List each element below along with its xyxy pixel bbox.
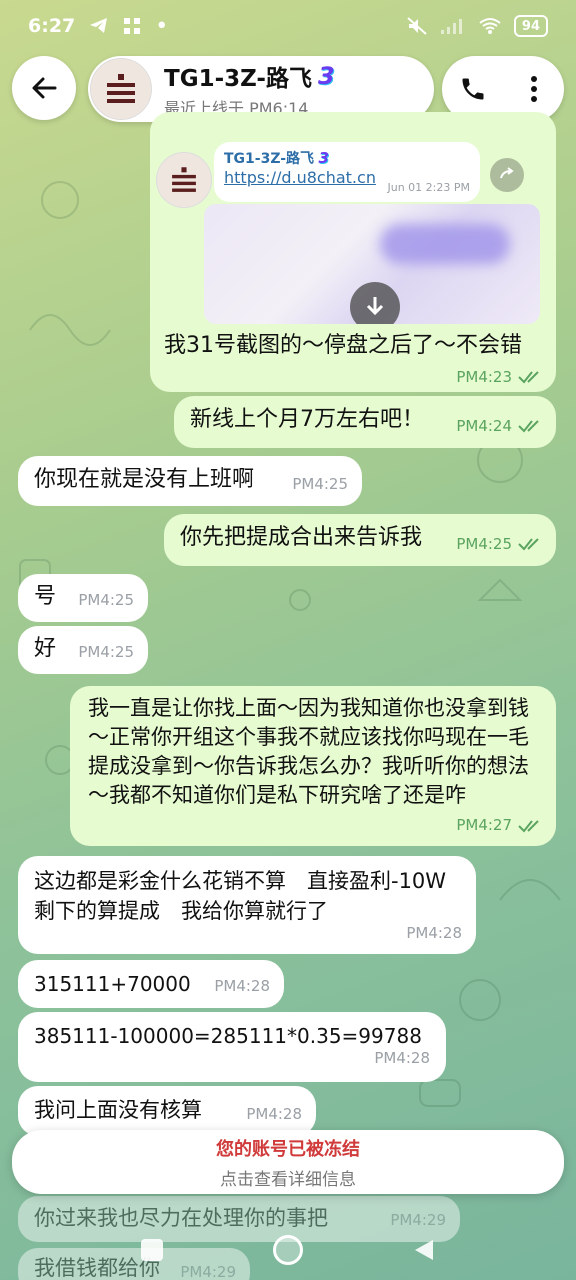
message-text: 号 [34,584,57,609]
message-time: PM4:28 [406,924,462,942]
signal-icon [440,19,462,34]
message-bubble-outgoing[interactable]: 你先把提成合出来告诉我 PM4:25 [164,514,556,566]
forwarded-preview: TG1-3Z-路飞 3 https://d.u8chat.cn Jun 01 2… [150,112,556,392]
premium-badge-icon: 3 [318,149,329,167]
wifi-icon [479,18,501,34]
message-time: PM4:25 [78,591,134,609]
message-time: PM4:24 [456,417,512,435]
forward-sender: TG1-3Z-路飞 [224,151,315,167]
blurred-image-preview[interactable] [204,204,540,324]
message-time: PM4:27 [456,816,512,834]
message-text: 你先把提成合出来告诉我 [180,525,423,550]
download-button[interactable] [350,282,400,324]
back-button[interactable] [12,56,76,120]
frozen-details-link[interactable]: 点击查看详细信息 [220,1165,356,1190]
message-time: PM4:28 [246,1105,302,1123]
forward-time: Jun 01 2:23 PM [387,181,471,194]
double-check-icon [518,371,539,384]
download-icon [366,297,384,316]
status-bar: 6:27 • 94 [0,0,576,52]
message-text: 我一直是让你找上面～因为我知道你也没拿到钱～正常你开组这个事我不就应该找你吗现在… [88,696,529,807]
message-bubble-incoming[interactable]: 这边都是彩金什么花销不算 直接盈利-10W 剩下的算提成 我给你算就行了 PM4… [18,856,476,954]
status-time: 6:27 [28,15,76,37]
message-text: 这边都是彩金什么花销不算 直接盈利-10W 剩下的算提成 我给你算就行了 [34,869,468,923]
recents-button[interactable] [141,1239,163,1261]
message-bubble-outgoing[interactable]: 新线上个月7万左右吧！ PM4:24 [174,396,556,448]
message-time: PM4:25 [292,475,348,493]
back-nav-icon[interactable] [413,1238,435,1262]
forward-link-bubble[interactable]: TG1-3Z-路飞 3 https://d.u8chat.cn Jun 01 2… [214,142,480,202]
double-check-icon [518,420,539,433]
premium-badge-icon: 3 [317,62,335,90]
forward-avatar [156,152,212,208]
message-text: 好 [34,636,57,661]
message-bubble-incoming[interactable]: 315111+70000 PM4:28 [18,960,284,1008]
frozen-title: 您的账号已被冻结 [216,1138,360,1160]
message-text: 315111+70000 [34,972,191,996]
battery-indicator: 94 [513,15,548,37]
avatar-logo-icon [172,167,196,192]
contact-avatar[interactable] [90,58,152,120]
double-check-icon [518,819,539,832]
share-icon [500,167,514,179]
grid-icon [124,18,141,34]
message-time: PM4:25 [78,643,134,661]
message-bubble-incoming[interactable]: 好 PM4:25 [18,626,148,674]
telegram-icon [90,18,108,33]
message-time: PM4:28 [214,977,270,995]
image-blur-shape [380,224,510,264]
back-arrow-icon [32,77,57,99]
message-bubble-incoming[interactable]: 385111-100000=285111*0.35=99788 PM4:28 [18,1012,446,1082]
message-text: 你现在就是没有上班啊 [34,467,255,492]
overflow-dot-icon: • [155,13,169,39]
avatar-logo-icon [107,74,135,103]
mute-icon [407,17,427,35]
more-vertical-icon [530,76,537,102]
message-bubble-incoming[interactable]: 号 PM4:25 [18,574,148,622]
message-bubble-outgoing[interactable]: 我一直是让你找上面～因为我知道你也没拿到钱～正常你开组这个事我不就应该找你吗现在… [70,686,556,846]
message-bubble-incoming[interactable]: 你现在就是没有上班啊 PM4:25 [18,456,362,506]
chat-title: TG1-3Z-路飞 [164,66,312,92]
message-text: 我问上面没有核算 [34,1098,202,1122]
double-check-icon [518,538,539,551]
message-time: PM4:28 [374,1049,430,1067]
system-nav-bar [0,1220,576,1280]
message-text: 新线上个月7万左右吧！ [190,407,424,432]
message-bubble-incoming[interactable]: 我问上面没有核算 PM4:28 [18,1086,316,1136]
share-button[interactable] [490,158,524,192]
message-time: PM4:25 [456,535,512,553]
forward-link[interactable]: https://d.u8chat.cn [224,168,376,187]
call-button[interactable] [451,67,495,111]
message-text: 我31号截图的～停盘之后了～不会错 [164,333,522,358]
home-button[interactable] [273,1235,303,1265]
message-time: PM4:23 [456,368,512,386]
account-frozen-banner[interactable]: 您的账号已被冻结 点击查看详细信息 [12,1130,564,1194]
message-text: 385111-100000=285111*0.35=99788 [34,1024,422,1048]
more-button[interactable] [512,67,556,111]
phone-icon [462,78,483,100]
